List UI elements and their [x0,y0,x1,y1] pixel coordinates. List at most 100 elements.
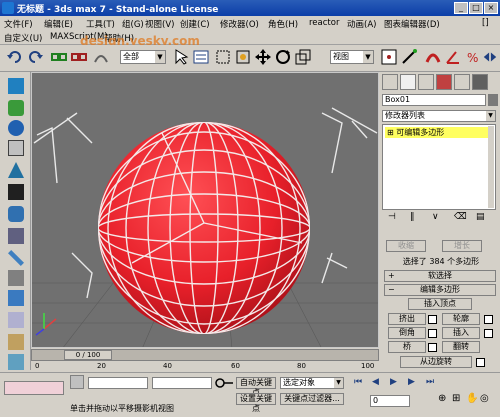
select-by-name-icon[interactable] [192,48,210,66]
key-mode-icon[interactable] [214,375,234,391]
outline-settings-icon[interactable] [484,315,493,324]
modifier-list-dropdown[interactable]: 修改器列表 ▼ [382,110,496,122]
configure-sets-icon[interactable]: ▤ [476,212,485,222]
shrink-button[interactable]: 收缩 [386,240,426,252]
flip-button[interactable]: 翻转 [442,341,480,353]
minimize-button[interactable]: _ [454,2,468,14]
go-to-end-icon[interactable]: ⏭ [426,377,434,387]
bridge-button[interactable]: 桥 [388,341,426,353]
create-tube-icon[interactable] [8,206,24,222]
create-systems-icon[interactable] [8,354,24,370]
next-frame-icon[interactable]: ▶ [408,377,415,387]
menu-overflow[interactable]: [] [482,18,489,28]
inset-settings-icon[interactable] [484,329,493,338]
edit-polygons-rollout[interactable]: − 编辑多边形 [384,284,496,296]
zoom-icon[interactable]: ⊕ [438,393,446,404]
mirror-icon[interactable] [482,48,498,66]
modify-tab-icon[interactable] [400,74,416,90]
menu-file[interactable]: 文件(F) [4,18,33,30]
soft-selection-rollout[interactable]: + 软选择 [384,270,496,282]
create-spacewarp-icon[interactable] [8,334,24,350]
object-color-swatch[interactable] [488,94,498,106]
bevel-button[interactable]: 倒角 [388,327,426,339]
stack-scrollbar[interactable] [488,126,494,208]
create-sphere-icon[interactable] [8,120,24,136]
create-light-icon[interactable] [8,290,24,306]
lock-selection-icon[interactable] [70,375,84,389]
go-to-start-icon[interactable]: ⏮ [354,377,362,387]
hierarchy-tab-icon[interactable] [418,74,434,90]
bridge-settings-icon[interactable] [428,343,437,352]
pan-hand-icon[interactable]: ✋ [466,393,478,404]
insert-vertex-button[interactable]: 插入顶点 [408,298,472,310]
current-frame-field[interactable]: 0 [370,395,410,407]
percent-snap-icon[interactable]: % [464,48,482,66]
set-key-button[interactable]: 设置关键点 [236,393,276,413]
pin-stack-icon[interactable]: ⊣ [388,212,396,222]
menu-create[interactable]: 创建(C) [180,18,210,30]
previous-frame-icon[interactable]: ◀ [372,377,379,387]
select-link-icon[interactable] [50,48,68,66]
create-camera-icon[interactable] [8,270,24,286]
select-and-manipulate-icon[interactable] [400,48,418,66]
rectangular-selection-icon[interactable] [214,48,232,66]
undo-icon[interactable] [6,48,24,66]
angle-snap-icon[interactable] [444,48,462,66]
show-end-result-icon[interactable]: ‖ [410,212,415,222]
snap-toggle-icon[interactable] [424,48,442,66]
arc-rotate-icon[interactable]: ◎ [480,393,489,404]
play-icon[interactable]: ▶ [390,377,397,387]
viewport-canvas[interactable] [32,73,379,348]
key-filters-button[interactable]: 关键点过滤器... [280,393,344,405]
create-torus-icon[interactable] [8,228,24,244]
outline-button[interactable]: 轮廓 [442,313,480,325]
create-shape-icon[interactable] [8,184,24,200]
create-helper-icon[interactable] [8,312,24,328]
hinge-settings-icon[interactable] [476,358,485,367]
menu-graph-editors[interactable]: 图表编辑器(D) [384,18,440,30]
editable-poly-sphere[interactable] [98,122,310,334]
bevel-settings-icon[interactable] [428,329,437,338]
stack-item-editable-poly[interactable]: ⊞ 可编辑多边形 [385,127,489,138]
inset-button[interactable]: 插入 [442,327,480,339]
move-icon[interactable] [254,48,272,66]
menu-reactor[interactable]: reactor [309,18,339,28]
time-slider-thumb[interactable]: 0 / 100 [64,350,112,360]
menu-views[interactable]: 视图(V) [145,18,174,30]
unlink-icon[interactable] [70,48,88,66]
remove-modifier-icon[interactable]: ⌫ [454,212,467,222]
make-unique-icon[interactable]: ∨ [432,212,439,222]
extrude-settings-icon[interactable] [428,315,437,324]
bind-space-warp-icon[interactable] [92,48,110,66]
menu-edit[interactable]: 编辑(E) [44,18,73,30]
menu-tools[interactable]: 工具(T) [86,18,115,30]
close-button[interactable]: × [484,2,498,14]
rotate-icon[interactable] [274,48,292,66]
create-tab-icon[interactable] [382,74,398,90]
select-object-icon[interactable] [172,48,190,66]
grow-button[interactable]: 增长 [442,240,482,252]
motion-tab-icon[interactable] [436,74,452,90]
create-box-icon[interactable] [8,78,24,94]
menu-modifiers[interactable]: 修改器(O) [220,18,259,30]
create-plane-icon[interactable] [8,140,24,156]
selection-filter-dropdown[interactable]: 全部 ▼ [120,50,166,64]
scale-icon[interactable] [294,48,312,66]
maximize-button[interactable]: □ [469,2,483,14]
window-crossing-icon[interactable] [234,48,252,66]
y-coordinate-field[interactable] [152,377,212,389]
maxscript-listener-mini[interactable] [4,381,64,395]
key-filter-selection-dropdown[interactable]: 选定对象 ▼ [280,377,344,389]
create-cone-icon[interactable] [8,162,24,178]
display-tab-icon[interactable] [454,74,470,90]
pivot-center-icon[interactable] [380,48,398,66]
object-name-field[interactable]: Box01 [382,94,486,106]
time-slider[interactable]: 0 / 100 [31,349,379,361]
menu-animation[interactable]: 动画(A) [347,18,376,30]
reference-coordinate-dropdown[interactable]: 视图 ▼ [330,50,374,64]
create-line-icon[interactable] [8,250,24,266]
redo-icon[interactable] [26,48,44,66]
perspective-viewport[interactable] [31,72,379,348]
menu-group[interactable]: 组(G) [122,18,144,30]
utilities-tab-icon[interactable] [472,74,488,90]
